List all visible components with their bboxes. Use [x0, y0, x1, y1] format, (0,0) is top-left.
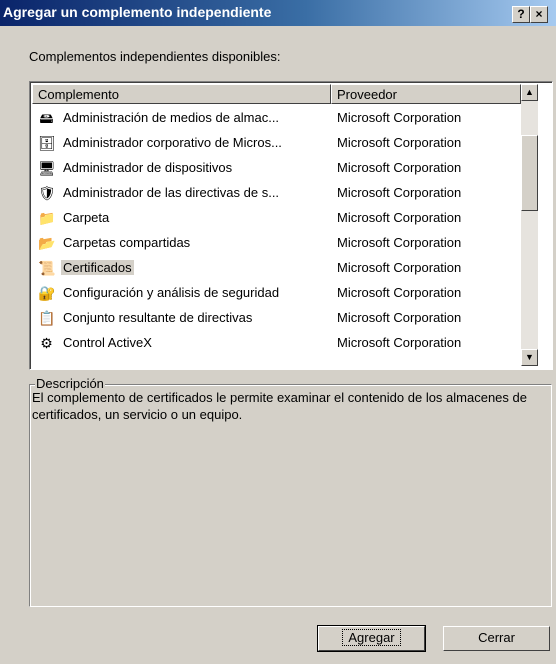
list-item[interactable]: 🗄 Administrador corporativo de Micros... M… — [32, 131, 521, 156]
snapin-name: Conjunto resultante de directivas — [63, 310, 253, 325]
list-item[interactable]: 📁 Carpeta Microsoft Corporation — [32, 206, 521, 231]
available-snapins-label: Complementos independientes disponibles: — [29, 49, 281, 64]
snapin-name: Administración de medios de almac... — [63, 110, 280, 125]
title-bar: Agregar un complemento independiente ? × — [0, 0, 556, 26]
list-item[interactable]: ⚙ Control ActiveX Microsoft Corporation — [32, 331, 521, 356]
snapin-vendor: Microsoft Corporation — [337, 135, 462, 150]
close-window-button[interactable]: × — [530, 6, 548, 23]
scroll-thumb[interactable] — [521, 135, 538, 211]
arrow-down-icon: ▼ — [525, 352, 534, 362]
window-title: Agregar un complemento independiente — [3, 4, 272, 20]
shared-folders-icon: 📂 — [38, 235, 56, 251]
list-item[interactable]: 🔐 Configuración y análisis de seguridad Mi… — [32, 281, 521, 306]
add-button-label: Agregar — [342, 629, 401, 646]
list-item[interactable]: 📋 Conjunto resultante de directivas Micros… — [32, 306, 521, 331]
certificates-icon: 📜 — [38, 260, 56, 276]
snapin-vendor: Microsoft Corporation — [337, 160, 462, 175]
rsop-icon: 📋 — [38, 310, 56, 326]
snapin-name: Configuración y análisis de seguridad — [63, 285, 280, 300]
device-manager-icon: 🖥 — [38, 160, 56, 176]
activex-control-icon: ⚙ — [40, 335, 53, 351]
list-item[interactable]: 🖥 Administrador de dispositivos Microsoft … — [32, 156, 521, 181]
close-button[interactable]: Cerrar — [443, 626, 550, 651]
add-button[interactable]: Agregar — [317, 625, 426, 652]
corporate-admin-icon: 🗄 — [38, 135, 56, 151]
snapin-vendor: Microsoft Corporation — [337, 335, 462, 350]
list-item[interactable]: 📜 Certificados Microsoft Corporation — [32, 256, 521, 281]
snapin-rows: 🖴 Administración de medios de almac... Mic… — [32, 106, 521, 356]
description-text: El complemento de certificados le permit… — [32, 390, 527, 422]
arrow-up-icon: ▲ — [525, 87, 534, 97]
snapin-vendor: Microsoft Corporation — [337, 110, 462, 125]
security-config-icon: 🔐 — [38, 285, 56, 301]
snapin-vendor: Microsoft Corporation — [337, 285, 462, 300]
snapin-vendor: Microsoft Corporation — [337, 310, 462, 325]
snapin-vendor: Microsoft Corporation — [337, 210, 462, 225]
description-group: Descripción El complemento de certificad… — [29, 376, 552, 607]
snapin-vendor: Microsoft Corporation — [337, 260, 462, 275]
list-item[interactable]: 📂 Carpetas compartidas Microsoft Corporati… — [32, 231, 521, 256]
snapin-name: Carpetas compartidas — [63, 235, 191, 250]
media-admin-icon: 🖴 — [39, 110, 54, 126]
folder-icon: 📁 — [38, 210, 56, 226]
snapin-name: Carpeta — [63, 210, 110, 225]
snapin-name: Administrador de las directivas de s... — [63, 185, 280, 200]
vertical-scrollbar[interactable]: ▲ ▼ — [521, 84, 538, 366]
column-header-name[interactable]: Complemento — [32, 84, 331, 104]
snapin-name: Administrador corporativo de Micros... — [63, 135, 282, 150]
snapin-name: Administrador de dispositivos — [63, 160, 233, 175]
snapin-name: Certificados — [61, 260, 134, 275]
help-button[interactable]: ? — [512, 6, 530, 23]
list-item[interactable]: 🖴 Administración de medios de almac... Mic… — [32, 106, 521, 131]
snapin-name: Control ActiveX — [63, 335, 152, 350]
policy-admin-icon: 🛡 — [38, 185, 56, 201]
snapin-vendor: Microsoft Corporation — [337, 235, 462, 250]
snapin-vendor: Microsoft Corporation — [337, 185, 462, 200]
scroll-up-button[interactable]: ▲ — [521, 84, 538, 101]
snapin-list[interactable]: Complemento Proveedor 🖴 Administración de… — [29, 81, 553, 370]
column-header-vendor[interactable]: Proveedor — [331, 84, 521, 104]
list-item[interactable]: 🛡 Administrador de las directivas de s...… — [32, 181, 521, 206]
scroll-down-button[interactable]: ▼ — [521, 349, 538, 366]
